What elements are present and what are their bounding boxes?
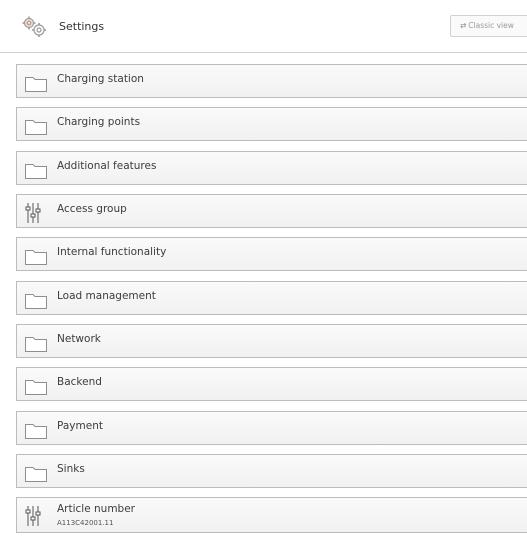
settings-item-label: Network: [57, 333, 101, 345]
settings-item-payment[interactable]: Payment: [16, 411, 527, 445]
settings-item-label: Internal functionality: [57, 246, 167, 258]
settings-item-label: Sinks: [57, 463, 85, 475]
settings-item-label: Additional features: [57, 160, 157, 172]
classic-view-label: Classic view: [468, 21, 514, 30]
folder-icon: [25, 337, 47, 352]
settings-item-charging-station[interactable]: Charging station: [16, 64, 527, 98]
page-title: Settings: [59, 20, 105, 33]
settings-header: Settings ⇄ Classic view: [0, 0, 527, 53]
settings-item-internal-functionality[interactable]: Internal functionality: [16, 237, 527, 271]
sliders-icon: [25, 506, 41, 526]
gears-icon: [22, 16, 46, 37]
settings-item-backend[interactable]: Backend: [16, 367, 527, 401]
folder-icon: [25, 164, 47, 179]
sliders-icon: [25, 203, 41, 223]
folder-icon: [25, 250, 47, 265]
folder-icon: [25, 77, 47, 92]
classic-view-button[interactable]: ⇄ Classic view: [450, 15, 527, 37]
settings-item-label: Payment: [57, 420, 103, 432]
folder-icon: [25, 467, 47, 482]
settings-item-label: Charging station: [57, 73, 144, 85]
settings-item-sinks[interactable]: Sinks: [16, 454, 527, 488]
folder-icon: [25, 424, 47, 439]
settings-item-additional-features[interactable]: Additional features: [16, 151, 527, 185]
settings-item-label: Access group: [57, 203, 127, 215]
settings-item-label: Load management: [57, 290, 156, 302]
settings-item-article-number[interactable]: Article number A113C42001.11: [16, 497, 527, 533]
settings-item-label: Article number: [57, 503, 136, 515]
settings-item-network[interactable]: Network: [16, 324, 527, 358]
settings-item-charging-points[interactable]: Charging points: [16, 107, 527, 141]
folder-icon: [25, 120, 47, 135]
settings-item-label: Charging points: [57, 116, 141, 128]
settings-item-label: Backend: [57, 376, 102, 388]
settings-item-load-management[interactable]: Load management: [16, 281, 527, 315]
folder-icon: [25, 380, 47, 395]
swap-arrows-icon: ⇄: [460, 21, 467, 30]
settings-item-access-group[interactable]: Access group: [16, 194, 527, 228]
folder-icon: [25, 294, 47, 309]
article-number-value: A113C42001.11: [57, 519, 114, 527]
